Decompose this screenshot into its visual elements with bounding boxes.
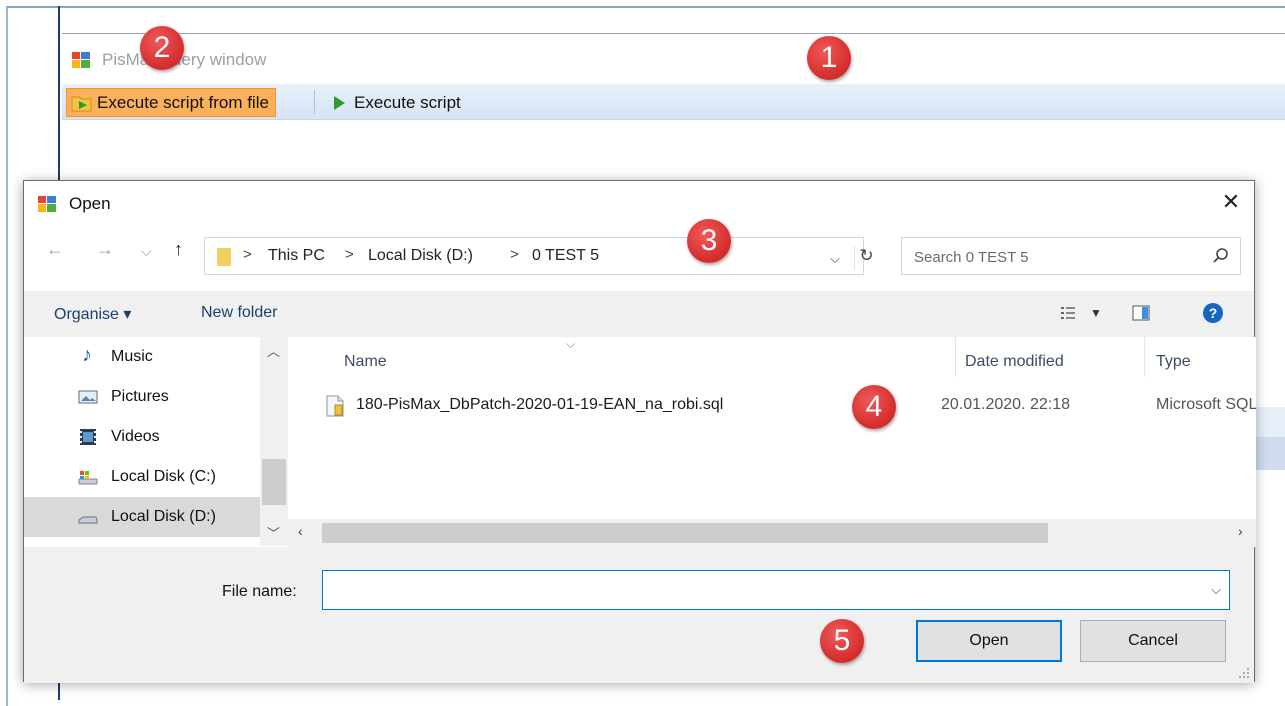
recent-locations-icon[interactable]: ⌵ [141, 243, 152, 260]
nav-item-label: Videos [111, 428, 160, 445]
callout-badge-5: 5 [820, 619, 864, 663]
nav-item-music[interactable]: ♪ Music [24, 337, 260, 377]
videos-icon [80, 429, 96, 445]
callout-badge-2: 2 [140, 26, 184, 70]
navigation-scrollbar[interactable]: ︿ ﹀ [260, 337, 288, 546]
folder-icon [217, 248, 231, 266]
column-divider[interactable] [955, 337, 956, 377]
callout-badge-3: 3 [687, 219, 731, 263]
help-icon[interactable]: ? [1202, 302, 1224, 324]
file-list: ⌵ Name Date modified Type 180-PisMax_DbP… [300, 337, 1256, 546]
file-name-dropdown-icon[interactable]: ⌵ [1211, 582, 1221, 598]
breadcrumb-separator: > [510, 246, 519, 263]
address-row: ← → ⌵ ↑ > This PC > Local Disk (D:) > 0 … [24, 233, 1254, 279]
preview-pane-icon[interactable] [1132, 305, 1150, 321]
scroll-up-icon[interactable]: ︿ [267, 341, 280, 360]
breadcrumb-this-pc[interactable]: This PC [268, 247, 325, 265]
breadcrumb-current-folder[interactable]: 0 TEST 5 [532, 247, 599, 265]
sql-file-icon [326, 395, 344, 417]
drive-d-icon [78, 516, 98, 524]
search-input[interactable] [912, 246, 1192, 268]
forward-arrow-icon[interactable]: → [96, 239, 114, 260]
navigation-list: ♪ Music Pictures Videos Local Disk (C:) … [24, 337, 260, 546]
dialog-titlebar: Open ✕ [24, 181, 1254, 225]
address-bar[interactable]: > This PC > Local Disk (D:) > 0 TEST 5 [204, 237, 864, 275]
sort-indicator-icon: ⌵ [566, 337, 576, 351]
dialog-title: Open [69, 194, 111, 213]
execute-script-label: Execute script [354, 92, 461, 112]
file-name-label: File name: [222, 583, 297, 600]
view-options-icon[interactable] [1060, 305, 1076, 321]
nav-item-label: Music [111, 348, 153, 365]
toolbar-separator [314, 90, 315, 114]
column-divider[interactable] [1144, 337, 1145, 377]
file-name: 180-PisMax_DbPatch-2020-01-19-EAN_na_rob… [356, 396, 724, 413]
file-name-field: ⌵ [322, 570, 1230, 610]
up-arrow-icon[interactable]: ↑ [174, 239, 183, 260]
horizontal-scroll-thumb[interactable] [322, 523, 1048, 543]
column-header-name[interactable]: Name [344, 353, 387, 371]
scroll-down-icon[interactable]: ﹀ [267, 523, 280, 542]
breadcrumb-separator: > [345, 246, 354, 263]
file-name-input[interactable] [329, 579, 1189, 601]
nav-item-local-disk-d[interactable]: Local Disk (D:) [24, 497, 260, 537]
refresh-icon[interactable]: ↻ [854, 246, 878, 270]
svg-text:?: ? [1209, 305, 1218, 321]
file-row[interactable]: 180-PisMax_DbPatch-2020-01-19-EAN_na_rob… [326, 387, 1256, 427]
navigation-pane: ♪ Music Pictures Videos Local Disk (C:) … [24, 337, 288, 546]
execute-script-from-file-label: Execute script from file [97, 92, 269, 112]
callout-badge-4: 4 [852, 385, 896, 429]
nav-item-videos[interactable]: Videos [24, 417, 260, 457]
folder-play-icon [71, 96, 92, 111]
execute-script-button[interactable]: Execute script [324, 88, 467, 117]
play-icon [334, 95, 345, 110]
file-date-modified: 20.01.2020. 22:18 [941, 396, 1071, 413]
organise-menu[interactable]: Organise ▾ [54, 304, 131, 324]
nav-item-label: Pictures [111, 388, 169, 405]
column-header-type[interactable]: Type [1156, 353, 1191, 371]
scroll-left-icon[interactable]: ‹ [298, 523, 303, 539]
horizontal-scrollbar[interactable]: ‹ › [288, 519, 1256, 547]
resize-grip-icon[interactable] [1238, 667, 1250, 679]
music-icon: ♪ [82, 344, 92, 366]
address-dropdown-icon[interactable]: ⌵ [830, 251, 840, 267]
nav-item-local-disk-c[interactable]: Local Disk (C:) [24, 457, 260, 497]
callout-badge-1: 1 [807, 36, 851, 80]
app-icon [38, 196, 56, 212]
breadcrumb-separator: > [243, 246, 252, 263]
back-arrow-icon[interactable]: ← [46, 239, 64, 260]
column-header-date-modified[interactable]: Date modified [965, 353, 1064, 371]
view-dropdown-icon[interactable]: ▼ [1090, 306, 1102, 320]
cancel-button[interactable]: Cancel [1080, 620, 1226, 662]
nav-item-pictures[interactable]: Pictures [24, 377, 260, 417]
query-window-title: PisMax query window [102, 50, 267, 69]
file-type: Microsoft SQL [1156, 396, 1256, 413]
execute-script-from-file-button[interactable]: Execute script from file [66, 88, 276, 117]
new-folder-button[interactable]: New folder [201, 304, 277, 322]
breadcrumb-local-disk-d[interactable]: Local Disk (D:) [368, 247, 473, 265]
scroll-thumb[interactable] [262, 459, 286, 505]
query-window-titlebar: PisMax query window [62, 34, 1285, 84]
search-icon[interactable] [1212, 247, 1230, 265]
close-icon[interactable]: ✕ [1216, 187, 1246, 217]
pictures-icon [78, 390, 98, 404]
open-button[interactable]: Open [916, 620, 1062, 662]
query-window-toolbar: Execute script from file Execute script [62, 84, 1285, 120]
search-box [901, 237, 1241, 275]
scroll-right-icon[interactable]: › [1238, 523, 1243, 539]
drive-c-icon [78, 471, 98, 485]
open-file-dialog: Open ✕ ← → ⌵ ↑ > This PC > Local Disk (D… [23, 180, 1256, 683]
nav-item-label: Local Disk (C:) [111, 468, 216, 485]
nav-item-label: Local Disk (D:) [111, 508, 216, 525]
app-icon [72, 52, 90, 68]
command-bar: Organise ▾ New folder ▼ ? [24, 291, 1254, 337]
dialog-footer: File name: ⌵ Open Cancel [24, 547, 1254, 683]
